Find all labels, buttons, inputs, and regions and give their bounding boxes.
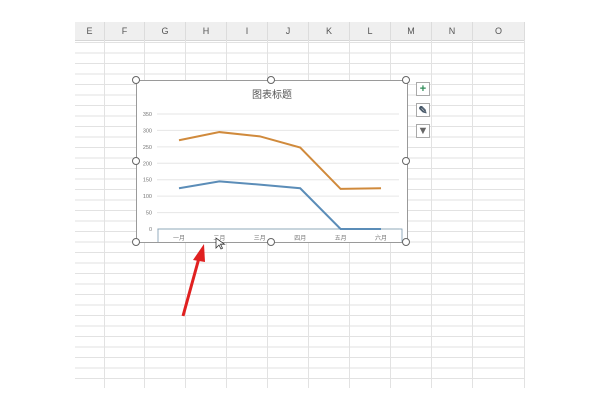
resize-handle[interactable] bbox=[132, 76, 140, 84]
chart-styles-button[interactable]: ✎ bbox=[416, 103, 430, 117]
resize-handle[interactable] bbox=[402, 76, 410, 84]
add-chart-element-button[interactable]: + bbox=[416, 82, 430, 96]
resize-handle[interactable] bbox=[267, 76, 275, 84]
mouse-cursor-icon bbox=[215, 237, 226, 250]
resize-handle[interactable] bbox=[267, 238, 275, 246]
red-arrow-annotation bbox=[181, 237, 226, 317]
chart-filters-button[interactable]: ▼ bbox=[416, 124, 430, 138]
resize-handle[interactable] bbox=[402, 238, 410, 246]
brush-icon: ✎ bbox=[418, 104, 428, 117]
resize-handle[interactable] bbox=[132, 157, 140, 165]
resize-handle[interactable] bbox=[132, 238, 140, 246]
resize-handle[interactable] bbox=[402, 157, 410, 165]
funnel-icon: ▼ bbox=[417, 125, 429, 137]
plus-icon: + bbox=[419, 83, 427, 95]
